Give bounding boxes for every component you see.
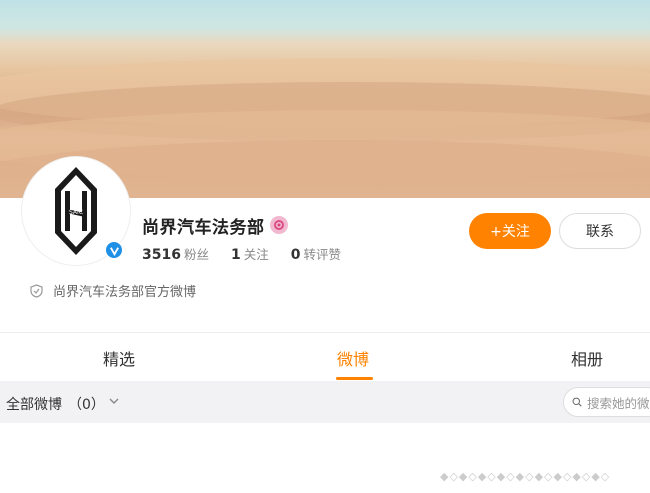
follow-button[interactable]: +关注 [469,213,551,249]
profile-description: 尚界汽车法务部官方微博 [30,281,196,300]
profile-name: 尚界汽车法务部 [142,218,265,238]
tab-featured[interactable]: 精选 [103,346,135,370]
search-placeholder: 搜索她的微博 [586,395,650,411]
description-text: 尚界汽车法务部官方微博 [53,285,197,300]
svg-text:SAIC: SAIC [69,209,83,216]
tabs-divider [0,332,650,333]
chevron-down-icon[interactable] [108,394,120,408]
stat-followers[interactable]: 3516 粉丝 [142,244,209,263]
loading-indicator: ◆◇◆◇◆◇◆◇◆◇◆◇◆◇◆◇◆◇ [440,470,611,483]
search-icon [572,397,582,407]
filter-count: （0） [68,397,105,413]
filter-label: 全部微博 [6,397,62,413]
active-tab-indicator [336,377,373,380]
tab-weibo[interactable]: 微博 [337,346,369,370]
filter-dropdown[interactable]: 全部微博 （0） [6,394,105,414]
profile-stats: 3516 粉丝 1 关注 0 转评赞 [142,244,341,263]
tab-album[interactable]: 相册 [571,346,603,370]
stat-likes[interactable]: 0 转评赞 [291,244,341,263]
verified-icon [104,240,124,260]
search-input[interactable]: 搜索她的微博 [563,387,650,417]
brand-logo: SAIC [55,167,97,255]
stat-following[interactable]: 1 关注 [231,244,269,263]
shield-icon [30,283,43,298]
contact-button[interactable]: 联系 [559,213,641,249]
member-badge-icon[interactable] [270,216,288,234]
